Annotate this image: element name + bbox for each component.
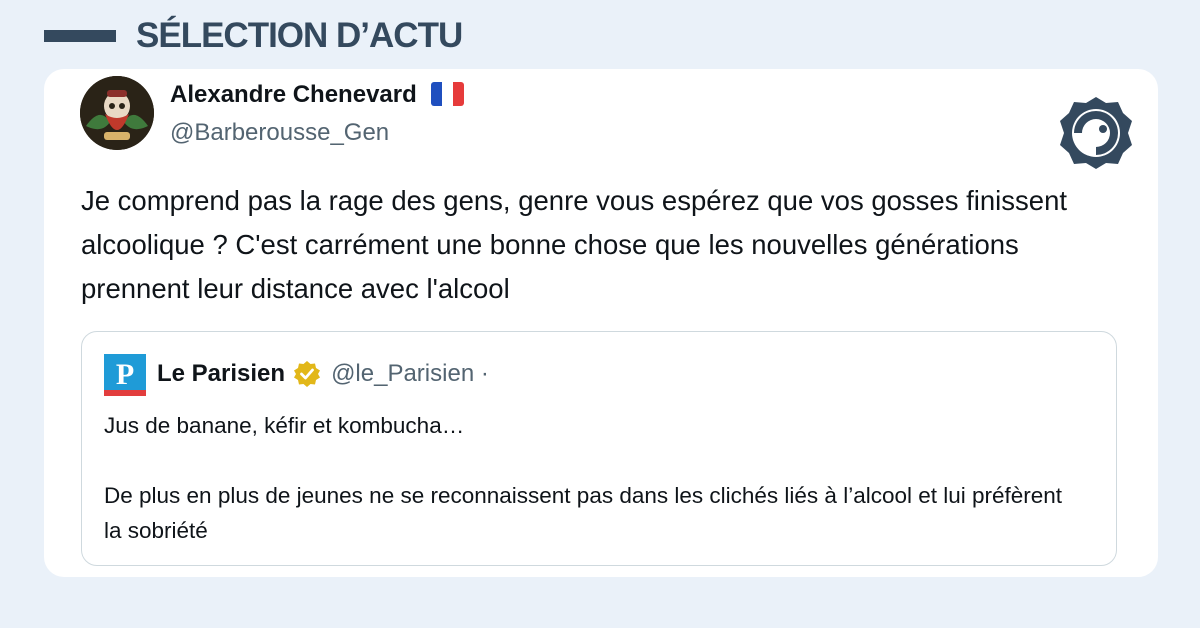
section-header: SÉLECTION D’ACTU: [44, 14, 463, 58]
author-handle[interactable]: @Barberousse_Gen: [170, 119, 389, 147]
quoted-name[interactable]: Le Parisien: [157, 360, 285, 388]
section-bar: [44, 30, 116, 42]
avatar-image: [80, 76, 154, 150]
author-name[interactable]: Alexandre Chenevard: [170, 81, 417, 108]
tweet-text: Je comprend pas la rage des gens, genre …: [81, 185, 1067, 304]
tweet-card[interactable]: Alexandre Chenevard @Barberousse_Gen Je …: [44, 69, 1158, 577]
brand-logo-icon: [1060, 97, 1132, 169]
quoted-text-line1: Jus de banane, kéfir et kombucha…: [104, 413, 465, 438]
quoted-text: Jus de banane, kéfir et kombucha… De plu…: [104, 408, 1084, 548]
verified-badge-icon: [294, 361, 321, 387]
quoted-text-line2: De plus en plus de jeunes ne se reconnai…: [104, 483, 1063, 543]
quoted-tweet[interactable]: P Le Parisien @le_Parisien · Jus de bana…: [81, 331, 1117, 566]
quoted-header: Le Parisien @le_Parisien ·: [157, 360, 489, 388]
le-parisien-logo-icon: P: [104, 354, 146, 396]
svg-text:P: P: [116, 358, 134, 391]
author-name-row[interactable]: Alexandre Chenevard: [170, 81, 465, 109]
france-flag-icon: [431, 81, 465, 106]
quoted-handle[interactable]: @le_Parisien ·: [331, 360, 489, 388]
author-avatar[interactable]: [80, 76, 154, 150]
section-title: SÉLECTION D’ACTU: [136, 16, 463, 55]
